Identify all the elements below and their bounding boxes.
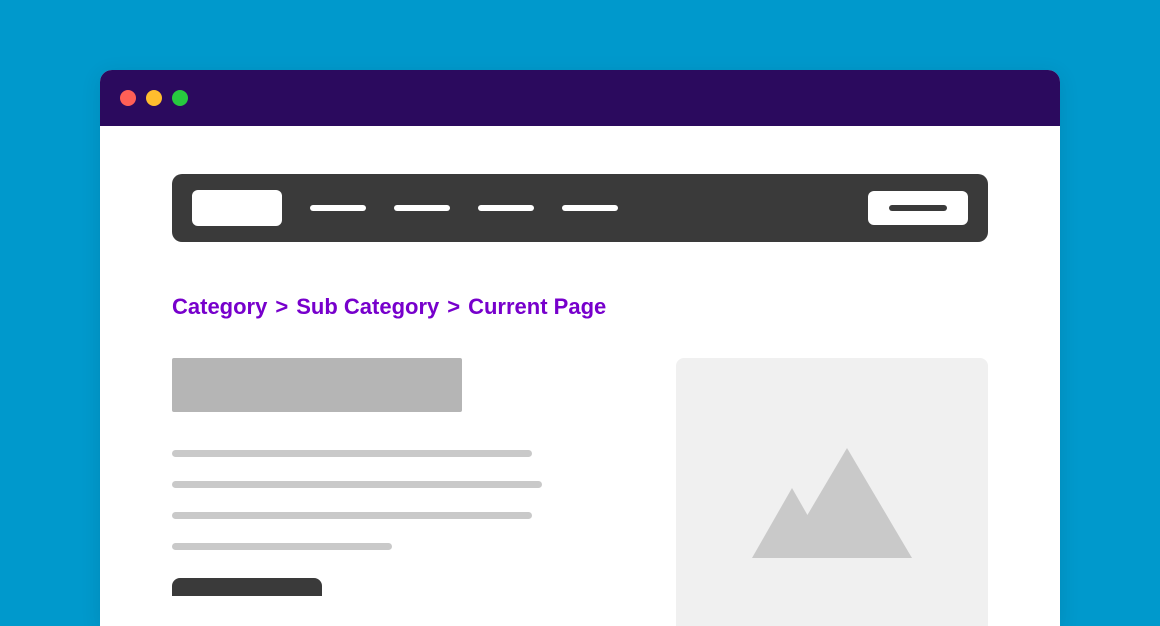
nav-link-3[interactable] (478, 205, 534, 211)
browser-content: Category > Sub Category > Current Page (100, 126, 1060, 626)
image-placeholder (676, 358, 988, 626)
nav-link-4[interactable] (562, 205, 618, 211)
nav-link-1[interactable] (310, 205, 366, 211)
text-line (172, 512, 532, 519)
content-area (172, 358, 988, 626)
breadcrumb-separator: > (447, 294, 460, 320)
breadcrumb: Category > Sub Category > Current Page (172, 294, 988, 320)
heading-placeholder (172, 358, 462, 412)
breadcrumb-current: Current Page (468, 294, 606, 320)
browser-titlebar (100, 70, 1060, 126)
browser-window: Category > Sub Category > Current Page (100, 70, 1060, 626)
paragraph-placeholder (172, 450, 628, 550)
window-maximize-button[interactable] (172, 90, 188, 106)
text-line (172, 450, 532, 457)
window-close-button[interactable] (120, 90, 136, 106)
mountain-icon (737, 443, 927, 563)
navbar (172, 174, 988, 242)
content-main (172, 358, 628, 626)
nav-cta-label-placeholder (889, 205, 947, 211)
window-minimize-button[interactable] (146, 90, 162, 106)
text-line (172, 481, 542, 488)
nav-cta-button[interactable] (868, 191, 968, 225)
nav-logo[interactable] (192, 190, 282, 226)
nav-link-2[interactable] (394, 205, 450, 211)
text-line (172, 543, 392, 550)
breadcrumb-subcategory[interactable]: Sub Category (296, 294, 439, 320)
breadcrumb-category[interactable]: Category (172, 294, 267, 320)
breadcrumb-separator: > (275, 294, 288, 320)
action-button-placeholder[interactable] (172, 578, 322, 596)
